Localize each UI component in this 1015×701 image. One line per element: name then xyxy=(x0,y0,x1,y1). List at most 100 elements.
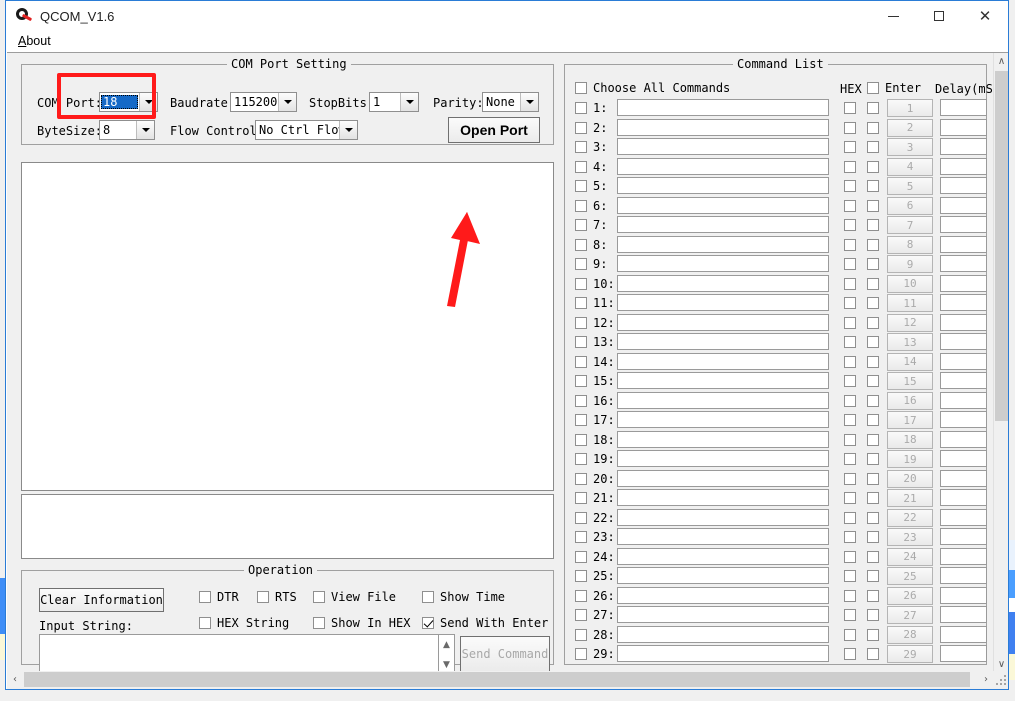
checkbox-hex-string[interactable]: HEX String xyxy=(199,616,289,630)
scroll-right-icon[interactable]: › xyxy=(978,671,994,688)
minimize-button[interactable] xyxy=(870,1,916,31)
command-row-hex-checkbox[interactable] xyxy=(844,102,856,114)
command-row-enter-checkbox[interactable] xyxy=(867,277,879,290)
command-row-checkbox[interactable] xyxy=(575,492,587,504)
command-row-send-button[interactable]: 26 xyxy=(887,586,933,605)
command-row-input[interactable] xyxy=(617,294,829,311)
command-row-send-button[interactable]: 20 xyxy=(887,469,933,488)
command-row-delay-input[interactable] xyxy=(940,508,987,526)
command-row-send-button[interactable]: 1 xyxy=(887,99,933,117)
command-row-checkbox[interactable] xyxy=(575,160,587,173)
command-row-input[interactable] xyxy=(617,567,829,584)
command-row-delay-input[interactable] xyxy=(940,255,987,272)
command-row-delay-input[interactable] xyxy=(940,313,987,331)
command-row-input[interactable] xyxy=(617,606,829,623)
command-row-input[interactable] xyxy=(617,411,829,428)
command-row-hex-checkbox[interactable] xyxy=(844,238,856,251)
command-row-delay-input[interactable] xyxy=(940,196,987,214)
command-row-send-button[interactable]: 19 xyxy=(887,450,933,468)
scroll-left-icon[interactable]: ‹ xyxy=(7,671,23,688)
command-row-checkbox[interactable] xyxy=(575,531,587,543)
checkbox-show-time[interactable]: Show Time xyxy=(422,590,505,604)
terminal-secondary-display[interactable] xyxy=(21,494,554,559)
command-row-send-button[interactable]: 28 xyxy=(887,625,933,644)
maximize-button[interactable] xyxy=(916,1,962,31)
command-row-input[interactable] xyxy=(617,352,829,370)
command-row-send-button[interactable]: 29 xyxy=(887,645,933,663)
command-row-enter-checkbox[interactable] xyxy=(867,414,879,426)
command-row-enter-checkbox[interactable] xyxy=(867,589,879,602)
command-row-delay-input[interactable] xyxy=(940,157,987,175)
command-row-enter-checkbox[interactable] xyxy=(867,550,879,563)
command-row-input[interactable] xyxy=(617,645,829,662)
command-row-delay-input[interactable] xyxy=(940,489,987,506)
command-row-input[interactable] xyxy=(617,118,829,136)
command-row-delay-input[interactable] xyxy=(940,372,987,389)
command-row-delay-input[interactable] xyxy=(940,274,987,292)
command-row-input[interactable] xyxy=(617,333,829,350)
command-row-delay-input[interactable] xyxy=(940,411,987,428)
command-row-hex-checkbox[interactable] xyxy=(844,648,856,660)
command-row-hex-checkbox[interactable] xyxy=(844,180,856,192)
command-row-enter-checkbox[interactable] xyxy=(867,472,879,485)
command-row-send-button[interactable]: 2 xyxy=(887,118,933,137)
vertical-scrollbar-thumb[interactable] xyxy=(995,71,1008,421)
command-row-input[interactable] xyxy=(617,508,829,526)
command-row-delay-input[interactable] xyxy=(940,352,987,370)
command-row-hex-checkbox[interactable] xyxy=(844,141,856,153)
chevron-down-icon[interactable] xyxy=(136,121,154,139)
choose-all-commands-checkbox[interactable]: Choose All Commands xyxy=(575,81,730,95)
command-row-input[interactable] xyxy=(617,450,829,467)
command-row-enter-checkbox[interactable] xyxy=(867,355,879,368)
chevron-down-icon[interactable] xyxy=(400,93,418,111)
open-port-button[interactable]: Open Port xyxy=(448,117,540,143)
command-row-send-button[interactable]: 5 xyxy=(887,177,933,195)
command-row-input[interactable] xyxy=(617,235,829,253)
command-row-input[interactable] xyxy=(617,489,829,506)
command-row-hex-checkbox[interactable] xyxy=(844,531,856,543)
command-row-enter-checkbox[interactable] xyxy=(867,199,879,212)
command-row-input[interactable] xyxy=(617,255,829,272)
stopbits-combo[interactable]: 1 xyxy=(369,92,419,112)
command-row-checkbox[interactable] xyxy=(575,648,587,660)
chevron-down-icon[interactable] xyxy=(278,93,296,111)
command-row-send-button[interactable]: 4 xyxy=(887,157,933,176)
command-row-delay-input[interactable] xyxy=(940,430,987,448)
command-row-input[interactable] xyxy=(617,99,829,116)
command-row-enter-checkbox[interactable] xyxy=(867,297,879,309)
baudrate-combo[interactable]: 115200 xyxy=(230,92,297,112)
command-row-enter-checkbox[interactable] xyxy=(867,375,879,387)
command-row-delay-input[interactable] xyxy=(940,528,987,545)
command-row-delay-input[interactable] xyxy=(940,118,987,136)
command-row-hex-checkbox[interactable] xyxy=(844,550,856,563)
command-row-checkbox[interactable] xyxy=(575,355,587,368)
command-row-delay-input[interactable] xyxy=(940,469,987,487)
command-row-enter-checkbox[interactable] xyxy=(867,336,879,348)
command-row-send-button[interactable]: 25 xyxy=(887,567,933,585)
close-button[interactable]: ✕ xyxy=(962,1,1008,31)
command-row-input[interactable] xyxy=(617,177,829,194)
command-row-hex-checkbox[interactable] xyxy=(844,219,856,231)
command-row-delay-input[interactable] xyxy=(940,177,987,194)
command-row-delay-input[interactable] xyxy=(940,216,987,233)
command-row-checkbox[interactable] xyxy=(575,219,587,231)
command-row-enter-checkbox[interactable] xyxy=(867,141,879,153)
command-row-input[interactable] xyxy=(617,216,829,233)
command-row-enter-checkbox[interactable] xyxy=(867,316,879,329)
command-row-checkbox[interactable] xyxy=(575,121,587,134)
command-row-send-button[interactable]: 22 xyxy=(887,508,933,527)
command-row-input[interactable] xyxy=(617,274,829,292)
command-row-delay-input[interactable] xyxy=(940,235,987,253)
command-row-checkbox[interactable] xyxy=(575,570,587,582)
command-row-input[interactable] xyxy=(617,138,829,155)
command-row-send-button[interactable]: 7 xyxy=(887,216,933,234)
command-row-input[interactable] xyxy=(617,625,829,643)
command-row-hex-checkbox[interactable] xyxy=(844,277,856,290)
command-row-delay-input[interactable] xyxy=(940,450,987,467)
command-row-checkbox[interactable] xyxy=(575,238,587,251)
command-row-input[interactable] xyxy=(617,391,829,409)
command-row-hex-checkbox[interactable] xyxy=(844,375,856,387)
command-row-send-button[interactable]: 13 xyxy=(887,333,933,351)
command-row-hex-checkbox[interactable] xyxy=(844,609,856,621)
command-row-send-button[interactable]: 23 xyxy=(887,528,933,546)
